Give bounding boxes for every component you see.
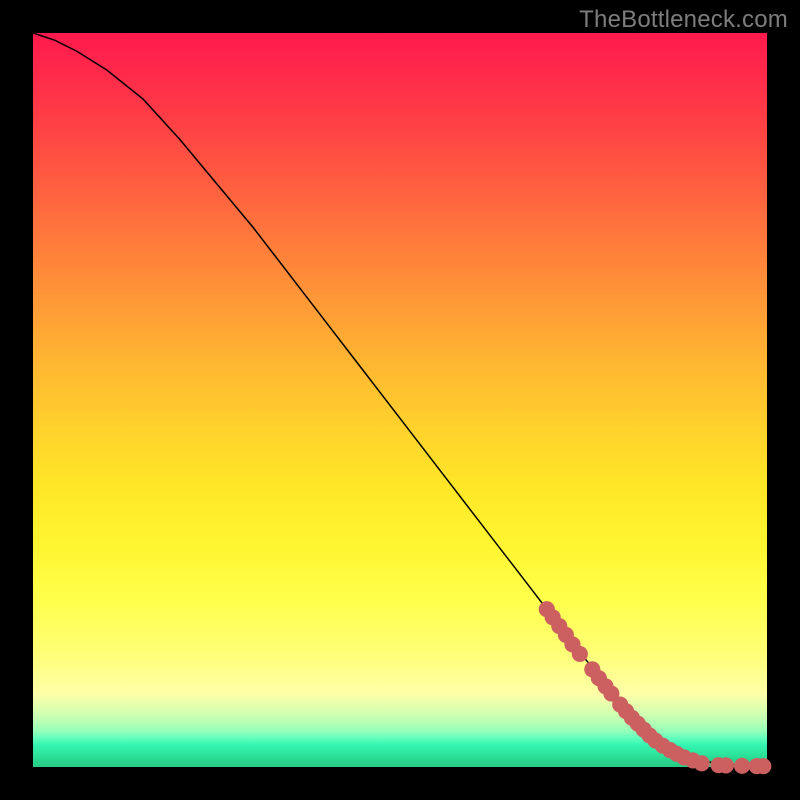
data-point (755, 758, 771, 774)
data-point (694, 755, 710, 771)
data-point (734, 758, 750, 774)
bottleneck-curve (33, 33, 767, 766)
data-point (572, 646, 588, 662)
data-point (718, 757, 734, 773)
data-points-group (539, 601, 772, 774)
chart-overlay-svg (33, 33, 767, 767)
chart-frame: TheBottleneck.com (0, 0, 800, 800)
watermark-text: TheBottleneck.com (579, 6, 788, 34)
